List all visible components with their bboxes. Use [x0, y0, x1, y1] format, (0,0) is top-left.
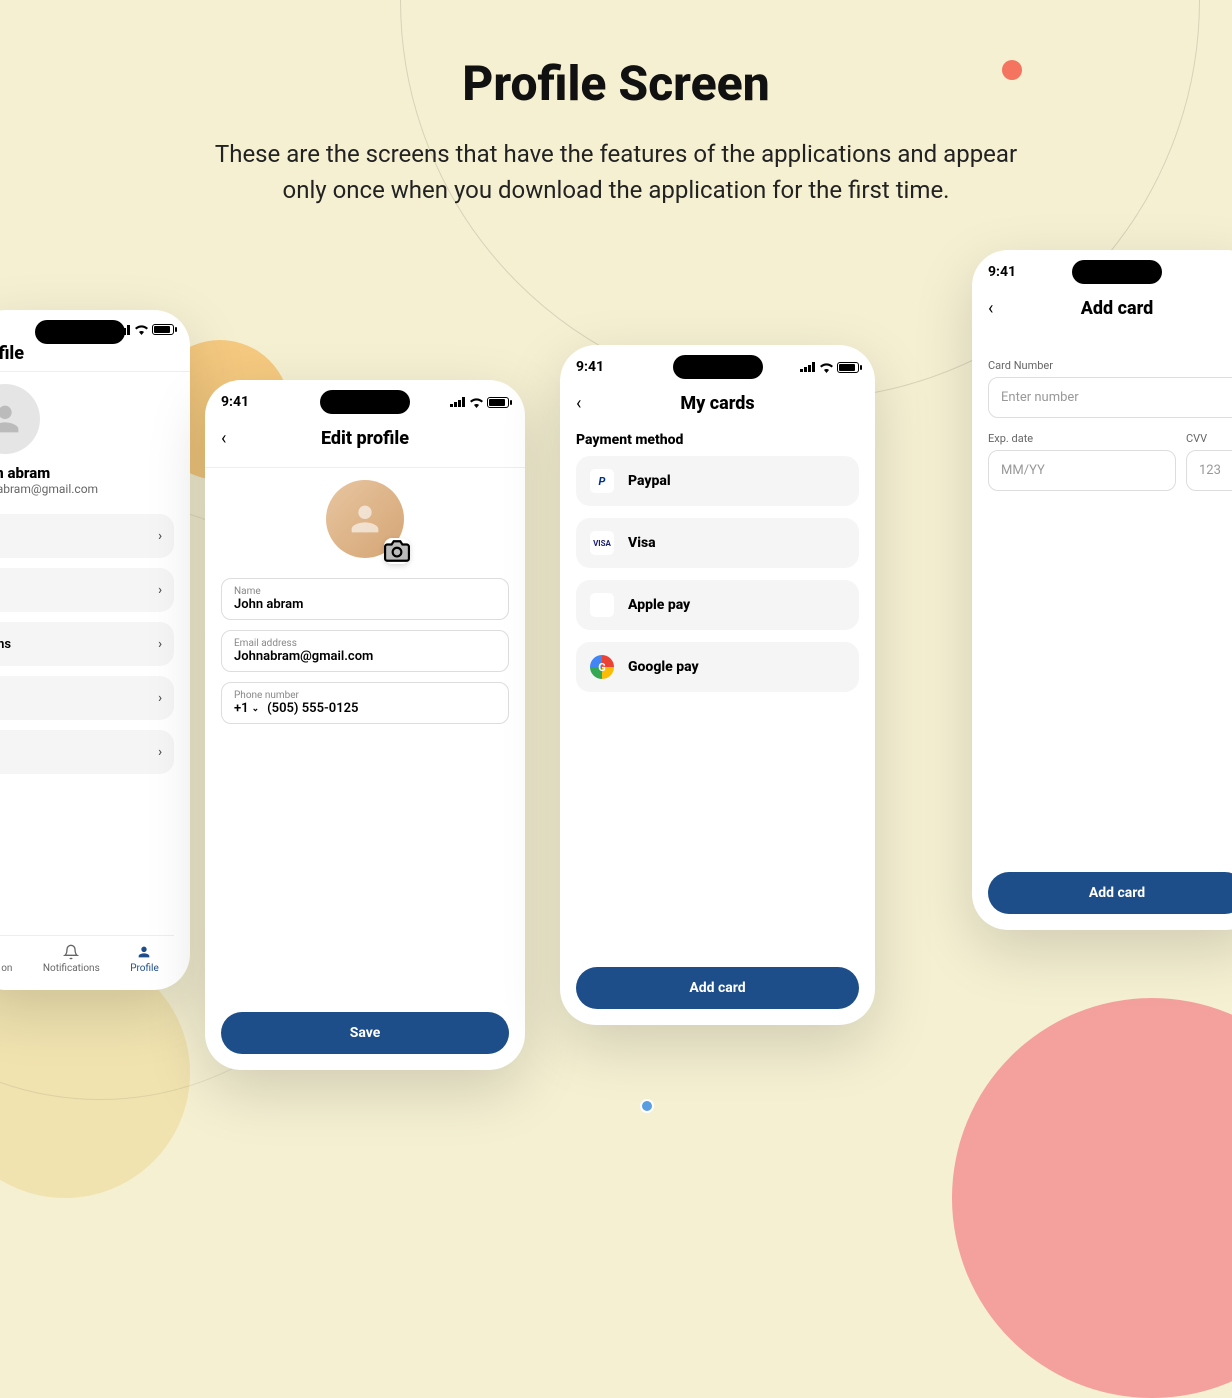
- field-label: Phone number: [234, 690, 496, 701]
- exp-date-input[interactable]: MM/YY: [988, 450, 1176, 491]
- notch: [673, 355, 763, 379]
- page-title: Profile Screen: [0, 55, 1232, 112]
- paypal-icon: P: [590, 469, 614, 493]
- screen-title: Profile: [0, 343, 24, 364]
- pay-name: Apple pay: [628, 597, 690, 613]
- wifi-icon: [819, 362, 834, 373]
- nav-label: Notifications: [43, 963, 100, 974]
- signal-icon: [450, 397, 466, 407]
- menu-label: tions: [0, 637, 11, 652]
- add-card-button[interactable]: Add card: [576, 967, 859, 1009]
- profile-name: John abram: [0, 464, 174, 482]
- nav-item-notifications[interactable]: Notifications: [43, 944, 100, 974]
- back-button[interactable]: ‹: [988, 298, 993, 319]
- avatar[interactable]: [326, 480, 404, 558]
- google-icon: G: [590, 655, 614, 679]
- page-subtitle: These are the screens that have the feat…: [201, 136, 1031, 208]
- profile-menu-item[interactable]: tions ›: [0, 622, 174, 666]
- chevron-right-icon: ›: [158, 745, 162, 760]
- profile-menu-item[interactable]: ›: [0, 568, 174, 612]
- nav-label: on: [1, 963, 12, 974]
- section-title: Payment method: [576, 432, 859, 448]
- screen-title: Edit profile: [321, 428, 409, 449]
- payment-visa[interactable]: VISA Visa: [576, 518, 859, 568]
- chevron-right-icon: ›: [158, 529, 162, 544]
- card-number-input[interactable]: Enter number: [988, 377, 1232, 418]
- status-time: 9:41: [576, 359, 604, 375]
- back-button[interactable]: ‹: [576, 393, 581, 414]
- profile-email: Johnabram@gmail.com: [0, 482, 174, 496]
- status-icons: [450, 397, 509, 408]
- phone-code-selector[interactable]: +1⌄: [234, 701, 259, 716]
- field-label: Card Number: [988, 359, 1232, 372]
- status-time: 9:41: [988, 264, 1016, 280]
- field-label: Exp. date: [988, 432, 1176, 445]
- status-time: 9:41: [221, 394, 249, 410]
- wifi-icon: [134, 324, 149, 335]
- status-icons: [800, 362, 859, 373]
- battery-icon: [152, 324, 174, 335]
- signal-icon: [800, 362, 816, 372]
- notch: [35, 320, 125, 344]
- profile-menu-item[interactable]: ›: [0, 514, 174, 558]
- phone-my-cards: 9:41 ‹ My cards Payment method P Paypal …: [560, 345, 875, 1025]
- apple-icon: [590, 593, 614, 617]
- person-icon: [0, 399, 25, 439]
- field-value: (505) 555-0125: [267, 701, 358, 716]
- nav-label: Profile: [130, 963, 159, 974]
- avatar[interactable]: [0, 384, 40, 454]
- bell-icon: [63, 944, 79, 960]
- add-card-button[interactable]: Add card: [988, 872, 1232, 914]
- screen-title: Add card: [1081, 298, 1154, 319]
- payment-google[interactable]: G Google pay: [576, 642, 859, 692]
- cvv-input[interactable]: 123: [1186, 450, 1232, 491]
- field-label: CVV: [1186, 432, 1232, 445]
- screen-title: My cards: [680, 393, 754, 414]
- pay-name: Paypal: [628, 473, 671, 489]
- camera-button[interactable]: [384, 538, 410, 564]
- phone-profile: Profile John abram Johnabram@gmail.com ›…: [0, 310, 190, 990]
- decorative-circle: [952, 998, 1232, 1398]
- payment-apple[interactable]: Apple pay: [576, 580, 859, 630]
- pay-name: Google pay: [628, 659, 699, 675]
- chevron-down-icon: ⌄: [252, 704, 260, 714]
- notch: [320, 390, 410, 414]
- phone-edit-profile: 9:41 ‹ Edit profile Name John abram Emai…: [205, 380, 525, 1070]
- phone-add-card: 9:41 ‹ Add card Card Number Enter number…: [972, 250, 1232, 930]
- chevron-right-icon: ›: [158, 691, 162, 706]
- battery-icon: [487, 397, 509, 408]
- profile-menu-item[interactable]: ›: [0, 730, 174, 774]
- name-field[interactable]: Name John abram: [221, 578, 509, 620]
- notch: [1072, 260, 1162, 284]
- nav-item-profile[interactable]: Profile: [130, 944, 159, 974]
- camera-icon: [384, 531, 410, 571]
- pay-name: Visa: [628, 535, 656, 551]
- profile-menu-item[interactable]: ›: [0, 676, 174, 720]
- field-label: Name: [234, 586, 496, 597]
- battery-icon: [837, 362, 859, 373]
- back-button[interactable]: ‹: [221, 428, 226, 449]
- person-icon: [345, 499, 385, 539]
- field-label: Email address: [234, 638, 496, 649]
- wifi-icon: [469, 397, 484, 408]
- person-icon: [136, 944, 152, 960]
- decorative-dot: [640, 1099, 654, 1113]
- payment-paypal[interactable]: P Paypal: [576, 456, 859, 506]
- save-button[interactable]: Save: [221, 1012, 509, 1054]
- chevron-right-icon: ›: [158, 583, 162, 598]
- chevron-right-icon: ›: [158, 637, 162, 652]
- email-field[interactable]: Email address Johnabram@gmail.com: [221, 630, 509, 672]
- field-value: John abram: [234, 597, 496, 612]
- visa-icon: VISA: [590, 531, 614, 555]
- nav-item[interactable]: on: [1, 944, 12, 974]
- phone-field[interactable]: Phone number +1⌄ (505) 555-0125: [221, 682, 509, 724]
- field-value: Johnabram@gmail.com: [234, 649, 496, 664]
